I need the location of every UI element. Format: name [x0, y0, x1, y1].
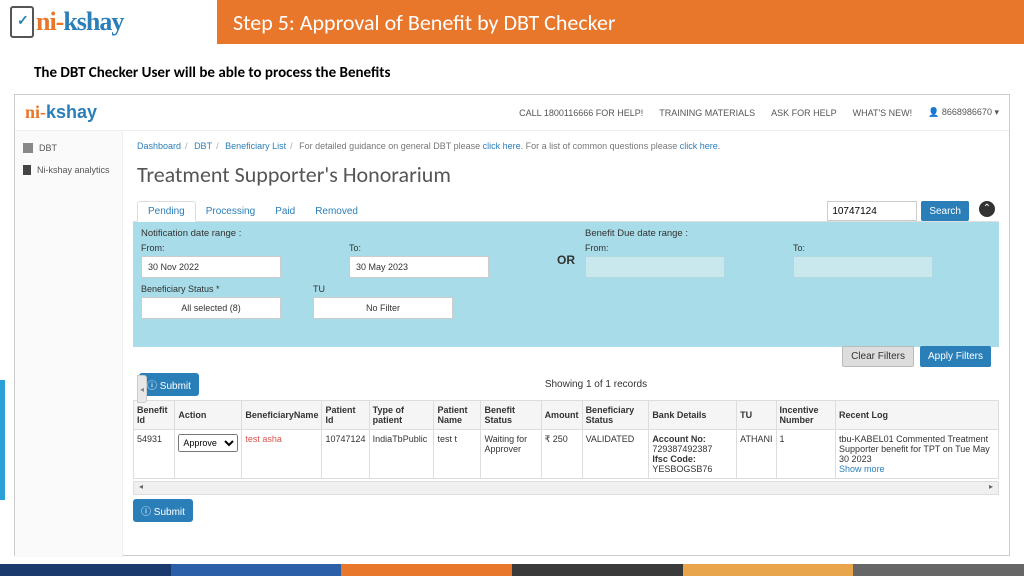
- filter-panel: Notification date range : From: 30 Nov 2…: [133, 222, 999, 347]
- user-menu[interactable]: 👤 8668986670 ▾: [928, 107, 999, 118]
- notif-range-label: Notification date range :: [141, 228, 339, 239]
- cell-benefit-id: 54931: [134, 430, 175, 479]
- col-tu: TU: [737, 401, 776, 430]
- phone-icon: [10, 6, 34, 38]
- slide-subtitle: The DBT Checker User will be able to pro…: [0, 44, 1024, 90]
- action-select[interactable]: Approve: [178, 434, 238, 452]
- due-from-label: From:: [585, 243, 783, 253]
- cell-bank-details: Account No: 729387492387Ifsc Code: YESBO…: [649, 430, 737, 479]
- crumb-link-faq[interactable]: click here: [680, 141, 718, 151]
- records-count: Showing 1 of 1 records: [199, 379, 993, 390]
- caret-down-icon: ▾: [994, 107, 999, 117]
- tab-removed[interactable]: Removed: [305, 202, 368, 221]
- col-patient-name: Patient Name: [434, 401, 481, 430]
- crumb-dashboard[interactable]: Dashboard: [137, 141, 181, 151]
- nav-help-call[interactable]: CALL 1800116666 FOR HELP!: [519, 108, 643, 118]
- nav-ask-help[interactable]: ASK FOR HELP: [771, 108, 837, 118]
- logo-kshay: kshay: [63, 7, 123, 37]
- col-type-patient: Type of patient: [369, 401, 434, 430]
- ben-status-select[interactable]: All selected (8): [141, 297, 281, 319]
- due-to-input[interactable]: [793, 256, 933, 278]
- col-incentive-number: Incentive Number: [776, 401, 836, 430]
- cell-patient-id: 10747124: [322, 430, 369, 479]
- sidebar-label: DBT: [39, 143, 57, 153]
- cell-recent-log: tbu-KABEL01 Commented Treatment Supporte…: [836, 430, 999, 479]
- tu-label: TU: [313, 284, 475, 294]
- slide-logo: ni- kshay: [0, 6, 217, 38]
- apply-filters-button[interactable]: Apply Filters: [920, 346, 991, 367]
- crumb-dbt[interactable]: DBT: [194, 141, 212, 151]
- or-divider: OR: [557, 239, 575, 267]
- cell-beneficiary-status: VALIDATED: [582, 430, 649, 479]
- crumb-beneficiary[interactable]: Beneficiary List: [225, 141, 286, 151]
- show-more-link[interactable]: Show more: [839, 464, 885, 474]
- user-phone: 8668986670: [942, 107, 992, 117]
- nav-training[interactable]: TRAINING MATERIALS: [659, 108, 755, 118]
- scroll-left-icon[interactable]: ◂: [134, 482, 148, 494]
- tab-processing[interactable]: Processing: [196, 202, 265, 221]
- logo-ni: ni-: [36, 7, 63, 37]
- due-to-label: To:: [793, 243, 991, 253]
- col-action: Action: [175, 401, 242, 430]
- crumb-text: . For a list of common questions please: [521, 141, 680, 151]
- app-window: ni-kshay CALL 1800116666 FOR HELP! TRAIN…: [14, 94, 1010, 556]
- cell-patient-name: test t: [434, 430, 481, 479]
- tab-pending[interactable]: Pending: [137, 201, 196, 222]
- analytics-icon: [23, 165, 31, 175]
- cell-type-patient: IndiaTbPublic: [369, 430, 434, 479]
- sidebar: DBT Ni-kshay analytics: [15, 131, 123, 557]
- cell-tu: ATHANI: [737, 430, 776, 479]
- sidebar-item-dbt[interactable]: DBT: [15, 137, 122, 159]
- col-patient-id: Patient Id: [322, 401, 369, 430]
- app-logo[interactable]: ni-kshay: [25, 102, 97, 123]
- crumb-link-guidance[interactable]: click here: [483, 141, 521, 151]
- table-row: 54931 Approve test asha 10747124 IndiaTb…: [134, 430, 999, 479]
- scroll-top-icon[interactable]: ⌃: [979, 201, 995, 217]
- tu-select[interactable]: No Filter: [313, 297, 453, 319]
- crumb-text: For detailed guidance on general DBT ple…: [299, 141, 482, 151]
- crumb-text: .: [718, 141, 721, 151]
- col-beneficiary-name: BeneficiaryName: [242, 401, 322, 430]
- col-benefit-id: Benefit Id: [134, 401, 175, 430]
- submit-button-bottom[interactable]: Submit: [133, 499, 193, 522]
- due-from-input[interactable]: [585, 256, 725, 278]
- col-benefit-status: Benefit Status: [481, 401, 541, 430]
- side-accent: [0, 380, 5, 500]
- col-recent-log: Recent Log: [836, 401, 999, 430]
- submit-button-top[interactable]: Submit: [139, 373, 199, 396]
- search-input[interactable]: [827, 201, 917, 221]
- ben-status-label: Beneficiary Status *: [141, 284, 303, 294]
- dbt-icon: [23, 143, 33, 153]
- col-amount: Amount: [541, 401, 582, 430]
- cell-beneficiary-name[interactable]: test asha: [242, 430, 322, 479]
- notif-from-input[interactable]: 30 Nov 2022: [141, 256, 281, 278]
- sidebar-collapse-handle[interactable]: ◂: [137, 375, 147, 403]
- col-beneficiary-status: Beneficiary Status: [582, 401, 649, 430]
- slide-footer: [0, 564, 1024, 576]
- cell-incentive: 1: [776, 430, 836, 479]
- from-label: From:: [141, 243, 339, 253]
- cell-amount: ₹ 250: [541, 430, 582, 479]
- to-label: To:: [349, 243, 547, 253]
- breadcrumb: Dashboard/ DBT/ Beneficiary List/ For de…: [133, 131, 999, 157]
- app-header: ni-kshay CALL 1800116666 FOR HELP! TRAIN…: [15, 95, 1009, 131]
- nav-whats-new[interactable]: WHAT'S NEW!: [853, 108, 913, 118]
- cell-benefit-status: Waiting for Approver: [481, 430, 541, 479]
- clear-filters-button[interactable]: Clear Filters: [842, 346, 914, 367]
- scroll-right-icon[interactable]: ▸: [984, 482, 998, 494]
- horizontal-scrollbar[interactable]: ◂ ▸: [133, 481, 999, 495]
- sidebar-label: Ni-kshay analytics: [37, 165, 110, 175]
- search-button[interactable]: Search: [921, 201, 969, 221]
- notif-to-input[interactable]: 30 May 2023: [349, 256, 489, 278]
- due-range-label: Benefit Due date range :: [585, 228, 783, 239]
- step-title: Step 5: Approval of Benefit by DBT Check…: [217, 0, 1024, 44]
- tab-paid[interactable]: Paid: [265, 202, 305, 221]
- benefits-table: Benefit Id Action BeneficiaryName Patien…: [133, 400, 999, 479]
- page-title: Treatment Supporter's Honorarium: [133, 157, 999, 198]
- sidebar-item-analytics[interactable]: Ni-kshay analytics: [15, 159, 122, 181]
- col-bank-details: Bank Details: [649, 401, 737, 430]
